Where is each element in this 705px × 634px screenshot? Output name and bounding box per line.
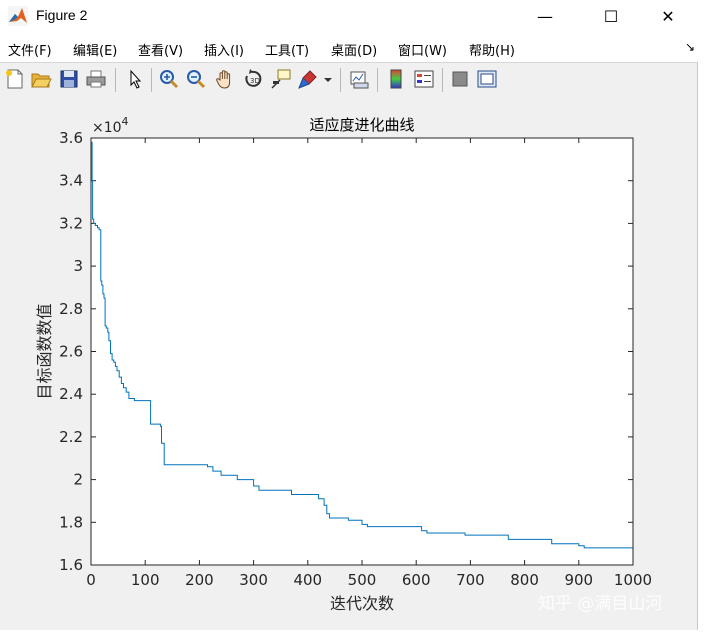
y-exponent-power: 4	[122, 115, 129, 128]
maximize-icon: ☐	[603, 6, 619, 26]
open-file-icon[interactable]	[30, 68, 52, 90]
y-tick-label: 1.6	[59, 556, 83, 574]
minimize-button[interactable]: —	[522, 0, 568, 32]
y-tick-label: 2.2	[59, 428, 83, 446]
x-tick-label: 500	[348, 571, 377, 589]
menu-insert[interactable]: 插入(I)	[204, 40, 244, 59]
menu-help[interactable]: 帮助(H)	[469, 40, 515, 59]
window-title: Figure 2	[36, 7, 88, 23]
y-axis-label: 目标函数数值	[35, 303, 54, 399]
toolbar-separator	[340, 68, 341, 92]
chart-title: 适应度进化曲线	[309, 116, 414, 134]
y-tick-label: 3.6	[59, 129, 83, 147]
legend-icon[interactable]	[413, 68, 435, 90]
y-tick-label: 2	[73, 471, 83, 489]
pan-hand-icon[interactable]	[214, 68, 236, 90]
x-tick-label: 900	[564, 571, 593, 589]
brush-icon[interactable]	[297, 68, 319, 90]
menu-desktop[interactable]: 桌面(D)	[331, 40, 377, 59]
pointer-icon[interactable]	[124, 68, 146, 90]
hide-plot-tools-icon[interactable]	[449, 68, 471, 90]
x-tick-label: 700	[456, 571, 485, 589]
menu-tools[interactable]: 工具(T)	[265, 40, 309, 59]
menu-file[interactable]: 文件(F)	[8, 40, 52, 59]
rotate-3d-icon[interactable]: 3D	[242, 68, 264, 90]
toolbar-separator	[115, 68, 116, 92]
matlab-logo-icon	[8, 6, 28, 26]
x-tick-label: 600	[402, 571, 431, 589]
dropdown-arrow-icon[interactable]	[322, 68, 334, 90]
zoom-out-icon[interactable]	[185, 68, 207, 90]
x-tick-label: 0	[86, 571, 96, 589]
x-tick-label: 100	[131, 571, 160, 589]
x-tick-label: 1000	[614, 571, 652, 589]
close-button[interactable]: ✕	[645, 0, 691, 32]
save-icon[interactable]	[58, 68, 80, 90]
y-tick-label: 1.8	[59, 513, 83, 531]
adjacent-window-edge	[697, 62, 705, 630]
toolbar-separator	[151, 68, 152, 92]
menu-window[interactable]: 窗口(W)	[398, 40, 447, 59]
y-tick-label: 3.2	[59, 214, 83, 232]
menu-bar: 文件(F) 编辑(E) 查看(V) 插入(I) 工具(T) 桌面(D) 窗口(W…	[0, 36, 705, 62]
new-figure-icon[interactable]	[4, 68, 26, 90]
x-tick-label: 800	[510, 571, 539, 589]
print-icon[interactable]	[85, 68, 107, 90]
y-tick-label: 2.4	[59, 385, 83, 403]
svg-text:3D: 3D	[250, 77, 260, 85]
watermark-text: 知乎 @满目山河	[538, 594, 663, 614]
zoom-in-icon[interactable]	[158, 68, 180, 90]
figure-toolbar: 3D	[0, 62, 697, 98]
y-tick-label: 3	[73, 257, 83, 275]
x-axis-label: 迭代次数	[330, 594, 394, 613]
link-plot-icon[interactable]	[348, 68, 370, 90]
toolbar-separator	[442, 68, 443, 92]
y-tick-label: 2.8	[59, 300, 83, 318]
figure-canvas[interactable]: 0 100 200 300 400 500 600 700 800 900 1000 1.6 1.8 2 2…	[0, 97, 697, 630]
chart-svg[interactable]: 0 100 200 300 400 500 600 700 800 900 1000 1.6 1.8 2 2…	[0, 97, 697, 630]
colorbar-icon[interactable]	[385, 68, 407, 90]
toolbar-separator	[377, 68, 378, 92]
close-icon: ✕	[661, 6, 675, 26]
menu-view[interactable]: 查看(V)	[138, 40, 183, 59]
window-titlebar: Figure 2 — ☐ ✕	[0, 0, 705, 32]
x-tick-label: 300	[239, 571, 268, 589]
y-exponent-base: ×10	[92, 120, 122, 136]
maximize-button[interactable]: ☐	[588, 0, 634, 32]
x-tick-label: 200	[185, 571, 214, 589]
y-axis-exponent-label: ×104	[92, 115, 129, 136]
dock-arrow-icon[interactable]: ↘	[685, 40, 695, 54]
data-cursor-icon[interactable]	[270, 68, 292, 90]
minimize-icon: —	[537, 6, 553, 26]
y-tick-label: 3.4	[59, 172, 83, 190]
menu-edit[interactable]: 编辑(E)	[73, 40, 117, 59]
show-plot-tools-icon[interactable]	[476, 68, 498, 90]
y-tick-label: 2.6	[59, 343, 83, 361]
x-tick-label: 400	[293, 571, 322, 589]
plot-area[interactable]	[91, 138, 633, 565]
